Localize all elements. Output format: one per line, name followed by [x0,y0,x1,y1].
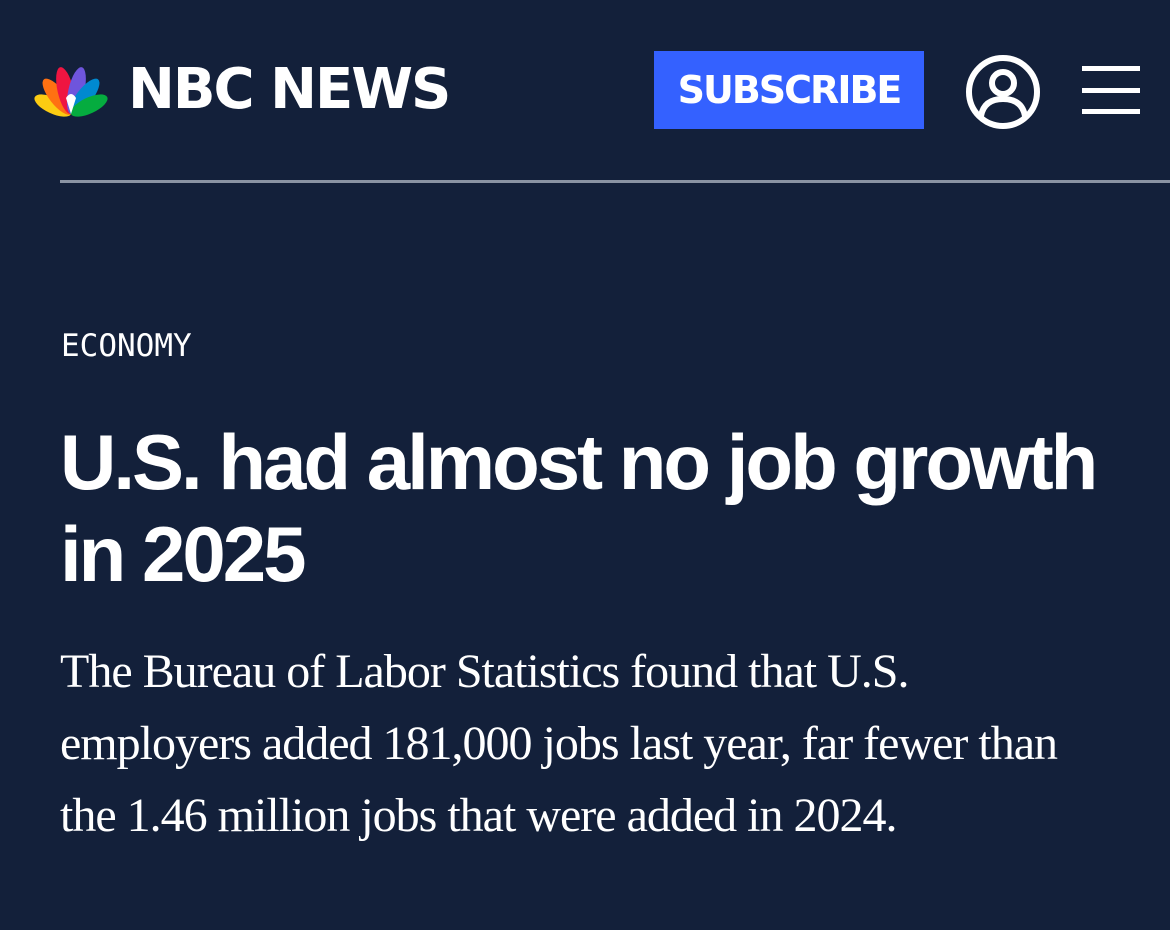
subscribe-button[interactable]: SUBSCRIBE [654,51,924,129]
header-divider [60,180,1170,183]
article-headline: U.S. had almost no job growth in 2025 [60,418,1098,598]
article-dek: The Bureau of Labor Statistics found tha… [60,645,1058,842]
site-header: NBC NEWS SUBSCRIBE [0,0,1170,183]
logo-wordmark: NBC NEWS [128,57,451,122]
user-circle-icon [966,55,1040,129]
menu-button[interactable] [1082,64,1142,116]
category-link[interactable]: ECONOMY [61,326,192,366]
account-button[interactable] [964,53,1042,131]
peacock-icon [34,67,108,117]
nbc-news-logo[interactable]: NBC NEWS [30,57,451,122]
hamburger-menu-icon [1082,66,1140,114]
